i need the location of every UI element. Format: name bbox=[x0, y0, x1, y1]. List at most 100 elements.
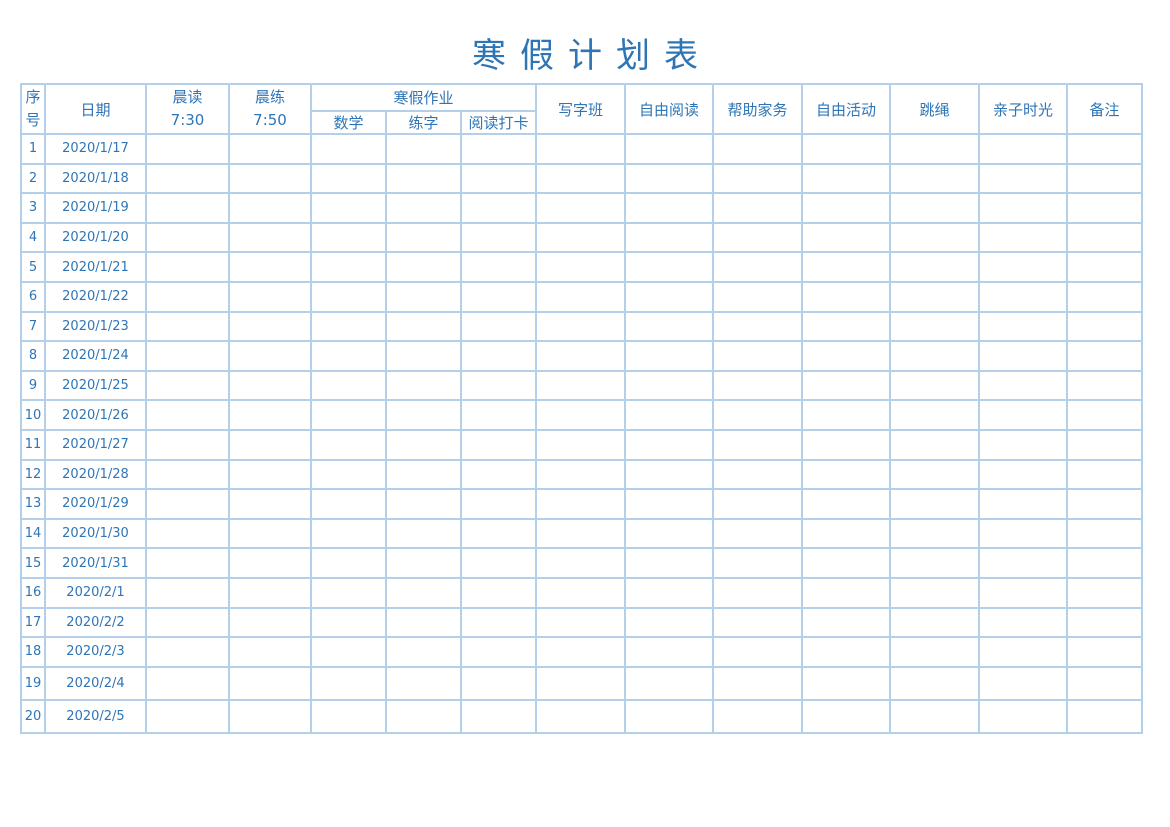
cell-morning-practice[interactable] bbox=[228, 517, 312, 550]
cell-math[interactable] bbox=[310, 576, 387, 609]
cell-housework[interactable] bbox=[712, 162, 803, 195]
cell-math[interactable] bbox=[310, 636, 387, 668]
cell-handwriting[interactable] bbox=[385, 340, 462, 372]
cell-free-activity[interactable] bbox=[801, 428, 891, 461]
cell-calligraphy-class[interactable] bbox=[535, 547, 626, 579]
cell-handwriting[interactable] bbox=[385, 221, 462, 254]
cell-morning-read[interactable] bbox=[145, 636, 230, 668]
cell-free-reading[interactable] bbox=[624, 488, 714, 520]
cell-free-activity[interactable] bbox=[801, 280, 891, 313]
cell-housework[interactable] bbox=[712, 458, 803, 491]
cell-jump-rope[interactable] bbox=[889, 133, 980, 165]
cell-math[interactable] bbox=[310, 517, 387, 550]
cell-free-reading[interactable] bbox=[624, 428, 714, 461]
cell-morning-read[interactable] bbox=[145, 133, 230, 165]
cell-morning-read[interactable] bbox=[145, 665, 230, 701]
cell-family-time[interactable] bbox=[978, 310, 1068, 343]
cell-family-time[interactable] bbox=[978, 192, 1068, 224]
cell-handwriting[interactable] bbox=[385, 665, 462, 701]
cell-jump-rope[interactable] bbox=[889, 162, 980, 195]
cell-notes[interactable] bbox=[1066, 162, 1143, 195]
cell-morning-read[interactable] bbox=[145, 251, 230, 283]
cell-jump-rope[interactable] bbox=[889, 428, 980, 461]
cell-morning-read[interactable] bbox=[145, 280, 230, 313]
cell-jump-rope[interactable] bbox=[889, 251, 980, 283]
cell-free-reading[interactable] bbox=[624, 517, 714, 550]
cell-family-time[interactable] bbox=[978, 636, 1068, 668]
cell-free-reading[interactable] bbox=[624, 606, 714, 639]
cell-morning-read[interactable] bbox=[145, 488, 230, 520]
cell-math[interactable] bbox=[310, 369, 387, 402]
cell-jump-rope[interactable] bbox=[889, 606, 980, 639]
cell-calligraphy-class[interactable] bbox=[535, 606, 626, 639]
cell-morning-practice[interactable] bbox=[228, 369, 312, 402]
cell-family-time[interactable] bbox=[978, 547, 1068, 579]
cell-family-time[interactable] bbox=[978, 428, 1068, 461]
cell-calligraphy-class[interactable] bbox=[535, 488, 626, 520]
cell-free-reading[interactable] bbox=[624, 576, 714, 609]
cell-calligraphy-class[interactable] bbox=[535, 399, 626, 431]
cell-notes[interactable] bbox=[1066, 698, 1143, 734]
cell-family-time[interactable] bbox=[978, 251, 1068, 283]
cell-free-activity[interactable] bbox=[801, 251, 891, 283]
cell-reading-checkin[interactable] bbox=[460, 280, 537, 313]
cell-notes[interactable] bbox=[1066, 458, 1143, 491]
cell-free-activity[interactable] bbox=[801, 636, 891, 668]
cell-notes[interactable] bbox=[1066, 636, 1143, 668]
cell-housework[interactable] bbox=[712, 251, 803, 283]
cell-math[interactable] bbox=[310, 340, 387, 372]
cell-jump-rope[interactable] bbox=[889, 458, 980, 491]
cell-family-time[interactable] bbox=[978, 221, 1068, 254]
cell-morning-read[interactable] bbox=[145, 221, 230, 254]
cell-morning-read[interactable] bbox=[145, 340, 230, 372]
cell-housework[interactable] bbox=[712, 665, 803, 701]
cell-calligraphy-class[interactable] bbox=[535, 280, 626, 313]
cell-morning-read[interactable] bbox=[145, 517, 230, 550]
cell-family-time[interactable] bbox=[978, 517, 1068, 550]
cell-free-reading[interactable] bbox=[624, 369, 714, 402]
cell-free-reading[interactable] bbox=[624, 162, 714, 195]
cell-housework[interactable] bbox=[712, 310, 803, 343]
cell-calligraphy-class[interactable] bbox=[535, 162, 626, 195]
cell-reading-checkin[interactable] bbox=[460, 698, 537, 734]
cell-free-reading[interactable] bbox=[624, 547, 714, 579]
cell-reading-checkin[interactable] bbox=[460, 310, 537, 343]
cell-handwriting[interactable] bbox=[385, 399, 462, 431]
cell-reading-checkin[interactable] bbox=[460, 636, 537, 668]
cell-free-reading[interactable] bbox=[624, 698, 714, 734]
cell-morning-read[interactable] bbox=[145, 698, 230, 734]
cell-handwriting[interactable] bbox=[385, 547, 462, 579]
cell-free-activity[interactable] bbox=[801, 606, 891, 639]
cell-math[interactable] bbox=[310, 192, 387, 224]
cell-free-reading[interactable] bbox=[624, 310, 714, 343]
cell-family-time[interactable] bbox=[978, 698, 1068, 734]
cell-handwriting[interactable] bbox=[385, 280, 462, 313]
cell-notes[interactable] bbox=[1066, 310, 1143, 343]
cell-math[interactable] bbox=[310, 458, 387, 491]
cell-handwriting[interactable] bbox=[385, 517, 462, 550]
cell-jump-rope[interactable] bbox=[889, 399, 980, 431]
cell-family-time[interactable] bbox=[978, 369, 1068, 402]
cell-notes[interactable] bbox=[1066, 221, 1143, 254]
cell-morning-read[interactable] bbox=[145, 369, 230, 402]
cell-family-time[interactable] bbox=[978, 133, 1068, 165]
cell-handwriting[interactable] bbox=[385, 458, 462, 491]
cell-morning-read[interactable] bbox=[145, 458, 230, 491]
cell-free-activity[interactable] bbox=[801, 665, 891, 701]
cell-family-time[interactable] bbox=[978, 280, 1068, 313]
cell-notes[interactable] bbox=[1066, 399, 1143, 431]
cell-free-activity[interactable] bbox=[801, 310, 891, 343]
cell-housework[interactable] bbox=[712, 340, 803, 372]
cell-notes[interactable] bbox=[1066, 369, 1143, 402]
cell-morning-read[interactable] bbox=[145, 192, 230, 224]
cell-free-reading[interactable] bbox=[624, 665, 714, 701]
cell-reading-checkin[interactable] bbox=[460, 369, 537, 402]
cell-free-activity[interactable] bbox=[801, 576, 891, 609]
cell-reading-checkin[interactable] bbox=[460, 488, 537, 520]
cell-family-time[interactable] bbox=[978, 340, 1068, 372]
cell-morning-read[interactable] bbox=[145, 399, 230, 431]
cell-free-activity[interactable] bbox=[801, 698, 891, 734]
cell-free-reading[interactable] bbox=[624, 221, 714, 254]
cell-morning-practice[interactable] bbox=[228, 606, 312, 639]
cell-morning-practice[interactable] bbox=[228, 280, 312, 313]
